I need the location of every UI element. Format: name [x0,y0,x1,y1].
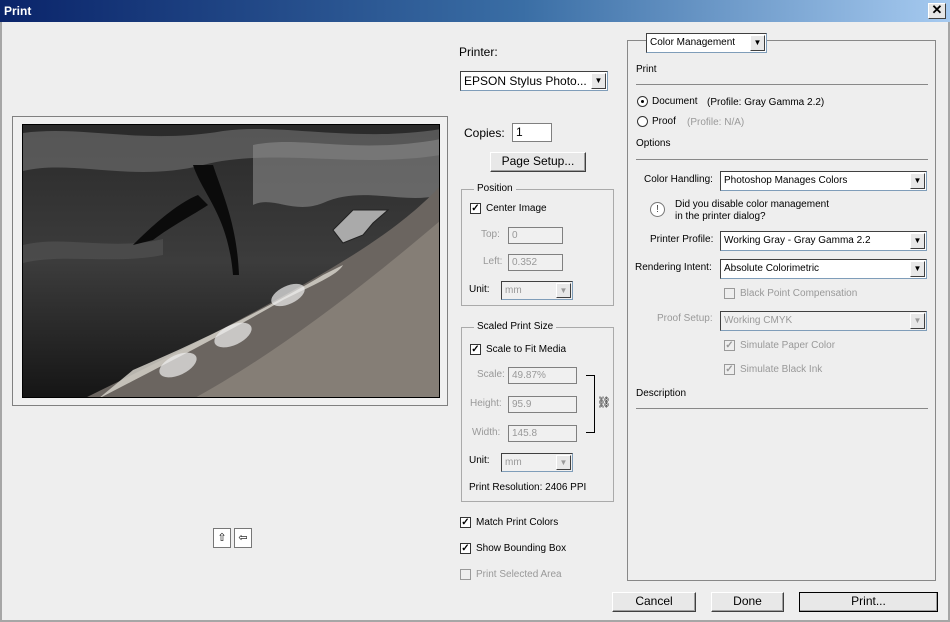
proof-setup-label: Proof Setup: [657,313,713,324]
page-setup-button[interactable]: Page Setup... [490,152,586,172]
position-group-title: Position [474,183,516,194]
position-unit-value: mm [505,285,522,296]
chevron-down-icon: ▼ [910,313,925,329]
print-selected-area-checkbox[interactable] [460,569,471,580]
simulate-paper-checkbox[interactable]: ✓ [724,340,735,351]
scaled-print-size-title: Scaled Print Size [474,321,557,332]
rotate-portrait-icon[interactable]: ⇧ [213,528,231,548]
document-label: Document [652,96,698,107]
print-section-header: Print [636,64,657,75]
height-label: Height: [470,398,502,409]
height-input[interactable]: 95.9 [508,396,577,413]
simulate-black-checkbox[interactable]: ✓ [724,364,735,375]
center-image-label: Center Image [486,203,547,214]
chevron-down-icon: ▼ [750,35,765,51]
section-select-value: Color Management [650,37,736,48]
printer-select-value: EPSON Stylus Photo... [464,74,587,88]
done-button[interactable]: Done [711,592,784,612]
divider [636,84,928,85]
chevron-down-icon: ▼ [910,173,925,189]
top-label: Top: [481,229,500,240]
width-label: Width: [472,427,501,438]
scaled-unit-label: Unit: [469,455,490,466]
notice-line-1: Did you disable color management [675,199,829,210]
simulate-black-label: Simulate Black Ink [740,364,823,375]
divider [636,159,928,160]
position-unit-select[interactable]: mm ▼ [501,281,573,300]
color-handling-value: Photoshop Manages Colors [724,175,848,186]
chevron-down-icon: ▼ [556,455,571,470]
show-bounding-box-label: Show Bounding Box [476,543,567,554]
print-button[interactable]: Print... [799,592,938,612]
print-resolution-text: Print Resolution: 2406 PPI [469,482,587,493]
left-input[interactable]: 0.352 [508,254,563,271]
color-handling-label: Color Handling: [644,174,713,185]
color-handling-select[interactable]: Photoshop Manages Colors ▼ [720,171,927,191]
match-print-colors-checkbox[interactable]: ✓ [460,517,471,528]
scale-to-fit-checkbox[interactable]: ✓ [470,344,481,355]
window-title: Print [4,4,32,18]
proof-label: Proof [652,116,676,127]
printer-label: Printer: [459,45,498,59]
document-radio[interactable] [637,96,648,107]
preview-image[interactable] [22,124,440,398]
black-point-checkbox[interactable] [724,288,735,299]
center-image-checkbox[interactable]: ✓ [470,203,481,214]
printer-profile-label: Printer Profile: [650,234,714,245]
proof-profile-text: (Profile: N/A) [687,117,745,128]
chevron-down-icon: ▼ [591,73,606,89]
link-bracket [586,375,595,433]
black-point-label: Black Point Compensation [740,288,858,299]
scale-label: Scale: [477,369,505,380]
proof-setup-value: Working CMYK [724,315,793,326]
close-icon[interactable]: ✕ [928,3,946,19]
options-section-header: Options [636,138,671,149]
section-select[interactable]: Color Management ▼ [646,33,767,53]
printer-select[interactable]: EPSON Stylus Photo... ▼ [460,71,608,91]
printer-profile-select[interactable]: Working Gray - Gray Gamma 2.2 ▼ [720,231,927,251]
left-label: Left: [483,256,503,267]
simulate-paper-label: Simulate Paper Color [740,340,836,351]
position-unit-label: Unit: [469,284,490,295]
printer-profile-value: Working Gray - Gray Gamma 2.2 [724,235,871,246]
copies-input[interactable]: 1 [512,123,552,142]
info-icon: ! [650,202,665,217]
description-header: Description [636,388,687,399]
scaled-unit-select[interactable]: mm ▼ [501,453,573,472]
width-input[interactable]: 145.8 [508,425,577,442]
top-input[interactable]: 0 [508,227,563,244]
chevron-down-icon: ▼ [910,261,925,277]
rendering-intent-value: Absolute Colorimetric [724,263,820,274]
match-print-colors-label: Match Print Colors [476,517,559,528]
print-selected-area-label: Print Selected Area [476,569,562,580]
preview-photo [23,125,439,397]
scale-input[interactable]: 49.87% [508,367,577,384]
cancel-button[interactable]: Cancel [612,592,696,612]
document-profile-text: (Profile: Gray Gamma 2.2) [707,97,825,108]
notice-line-2: in the printer dialog? [675,211,766,222]
copies-label: Copies: [464,126,505,140]
rotate-landscape-icon[interactable]: ⇦ [234,528,252,548]
proof-radio[interactable] [637,116,648,127]
chain-link-icon[interactable]: ⛓ [597,396,611,409]
scaled-unit-value: mm [505,457,522,468]
chevron-down-icon: ▼ [910,233,925,249]
chevron-down-icon: ▼ [556,283,571,298]
title-bar: Print [0,0,950,22]
show-bounding-box-checkbox[interactable]: ✓ [460,543,471,554]
rendering-intent-label: Rendering Intent: [635,262,712,273]
proof-setup-select[interactable]: Working CMYK ▼ [720,311,927,331]
window-frame-left [0,22,2,622]
scale-to-fit-label: Scale to Fit Media [486,344,567,355]
divider [636,408,928,409]
rendering-intent-select[interactable]: Absolute Colorimetric ▼ [720,259,927,279]
